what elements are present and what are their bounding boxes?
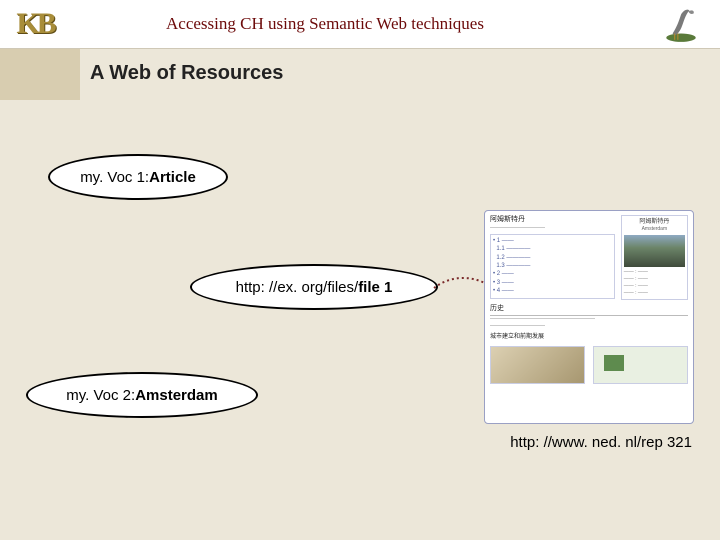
node-amsterdam: my. Voc 2: Amsterdam — [26, 372, 258, 418]
wiki-heading-roman: Amsterdam — [624, 226, 685, 233]
node-file1: http: //ex. org/files/ file 1 — [190, 264, 438, 310]
node-article-prefix: my. Voc 1: — [80, 169, 149, 186]
node-article: my. Voc 1: Article — [48, 154, 228, 200]
node-file1-term: file 1 — [358, 279, 392, 296]
header-bar: KB Accessing CH using Semantic Web techn… — [0, 0, 720, 49]
node-file1-prefix: http: //ex. org/files/ — [236, 279, 359, 296]
wiki-body-line2: ——————————— — [490, 323, 688, 330]
wiki-map2-icon — [593, 346, 688, 384]
wikipedia-thumbnail: 阿姆斯特丹 ——————————— • 1 —— 1.1 ———— 1.2 ——… — [484, 210, 694, 424]
wiki-subline: ——————————— — [490, 225, 615, 232]
heron-icon — [660, 2, 702, 44]
wiki-toc-2: 1.1 ———— — [493, 245, 612, 253]
wiki-toc-5: • 2 —— — [493, 270, 612, 278]
wiki-heading-left: 阿姆斯特丹 — [490, 215, 615, 225]
header-title: Accessing CH using Semantic Web techniqu… — [0, 14, 650, 34]
wiki-section-history: 历史 — [490, 304, 688, 316]
wiki-heading-right: 阿姆斯特丹 — [624, 218, 685, 226]
caption-url: http: //www. ned. nl/rep 321 — [510, 434, 692, 451]
node-article-term: Article — [149, 169, 196, 186]
wiki-toc-4: 1.3 ———— — [493, 262, 612, 270]
wiki-map1-icon — [490, 346, 585, 384]
wiki-toc-6: • 3 —— — [493, 279, 612, 287]
node-amsterdam-term: Amsterdam — [135, 387, 218, 404]
wiki-body-line1: ————————————————————— — [490, 316, 688, 323]
slide-title: A Web of Resources — [90, 62, 283, 85]
wiki-photo-icon — [624, 235, 685, 267]
node-amsterdam-prefix: my. Voc 2: — [66, 387, 135, 404]
wiki-bottom-caption: 城市建立和前期发展 — [490, 333, 688, 341]
wiki-toc-3: 1.2 ———— — [493, 254, 612, 262]
slide-page: KB Accessing CH using Semantic Web techn… — [0, 0, 720, 540]
wiki-toc-7: • 4 —— — [493, 287, 612, 295]
wiki-toc-1: • 1 —— — [493, 237, 612, 245]
